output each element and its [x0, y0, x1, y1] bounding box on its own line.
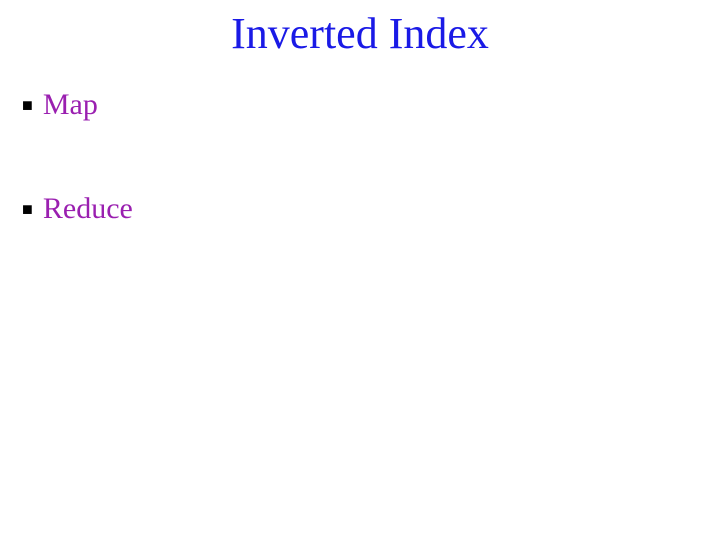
slide-title: Inverted Index — [0, 8, 720, 59]
bullet-text: Map — [43, 88, 98, 122]
bullet-text: Reduce — [43, 192, 133, 226]
bullet-item: ■ Map — [22, 88, 682, 122]
slide: Inverted Index ■ Map ■ Reduce — [0, 0, 720, 540]
bullet-marker-icon: ■ — [22, 88, 33, 122]
bullet-marker-icon: ■ — [22, 192, 33, 226]
bullet-list: ■ Map ■ Reduce — [22, 88, 682, 296]
bullet-item: ■ Reduce — [22, 192, 682, 226]
